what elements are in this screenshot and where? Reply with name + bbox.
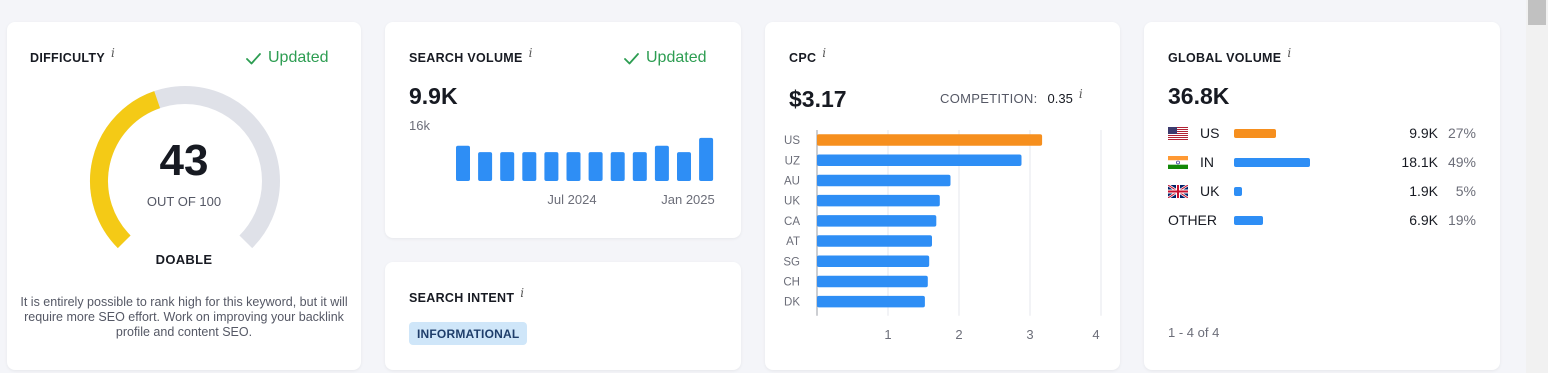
search-volume-bar[interactable] xyxy=(588,152,603,181)
search-volume-trend-chart: 16k Jul 2024 Jan 2025 xyxy=(409,118,715,207)
country-label: US xyxy=(784,135,800,147)
search-volume-bar[interactable] xyxy=(677,152,691,181)
global-volume-info-icon[interactable]: i xyxy=(1287,46,1291,60)
check-icon xyxy=(246,52,261,64)
country-label: AU xyxy=(784,176,800,188)
country-code: OTHER xyxy=(1168,212,1217,228)
country-code: UK xyxy=(1200,183,1220,199)
country-label: SG xyxy=(783,256,800,268)
search-volume-card: SEARCH VOLUME i Updated 9.9K 16k Jul 202… xyxy=(385,22,741,238)
difficulty-info-icon[interactable]: i xyxy=(111,46,115,60)
cpc-bar[interactable] xyxy=(817,295,925,308)
uk-flag-icon xyxy=(1167,183,1189,201)
competition-label: COMPETITION: xyxy=(940,91,1038,106)
search-volume-bar[interactable] xyxy=(566,152,581,181)
difficulty-label: DIFFICULTY xyxy=(30,51,105,65)
x-tick-label: 1 xyxy=(884,327,891,342)
country-label: DK xyxy=(784,297,800,309)
country-share: 27% xyxy=(1447,125,1476,141)
country-row[interactable]: IN 18.1K 49% xyxy=(1144,154,1500,174)
share-bar xyxy=(1234,129,1276,138)
search-volume-bar[interactable] xyxy=(456,145,470,181)
x-tick-label: Jul 2024 xyxy=(547,192,596,207)
global-volume-pagination: 1 - 4 of 4 xyxy=(1168,325,1220,340)
country-label: CA xyxy=(784,216,800,228)
difficulty-updated-status: Updated xyxy=(245,49,329,67)
x-tick-label: 4 xyxy=(1092,327,1099,342)
share-bar xyxy=(1234,216,1264,225)
share-bar xyxy=(1234,187,1242,196)
country-label: UK xyxy=(784,196,800,208)
cpc-bar[interactable] xyxy=(817,255,930,268)
cpc-info-icon[interactable]: i xyxy=(822,46,826,60)
cpc-bar[interactable] xyxy=(817,134,1043,146)
difficulty-updated-label: Updated xyxy=(268,49,329,66)
cpc-by-country-chart: US UZ AU UK CA AT SG CH DK 1 2 3 4 xyxy=(783,130,1102,342)
search-volume-bar[interactable] xyxy=(500,152,515,181)
difficulty-out-of: OUT OF 100 xyxy=(146,194,222,209)
search-intent-badge[interactable]: INFORMATIONAL xyxy=(409,322,528,345)
x-tick-label: 3 xyxy=(1026,327,1033,342)
search-intent-card: SEARCH INTENT i INFORMATIONAL xyxy=(385,262,741,370)
search-volume-bar[interactable] xyxy=(654,145,669,181)
x-tick-label: 2 xyxy=(955,327,962,342)
share-bar xyxy=(1234,158,1310,167)
check-icon xyxy=(624,52,639,64)
difficulty-description: It is entirely possible to rank high for… xyxy=(20,295,348,339)
cpc-bar[interactable] xyxy=(817,235,932,247)
cpc-value: $3.17 xyxy=(789,86,847,112)
cpc-bar[interactable] xyxy=(817,154,1022,167)
search-intent-info-icon[interactable]: i xyxy=(520,286,524,300)
search-volume-updated-status: Updated xyxy=(623,49,707,67)
country-volume: 6.9K xyxy=(1409,212,1438,228)
country-row[interactable]: UK 1.9K 5% xyxy=(1144,183,1500,203)
cpc-bar[interactable] xyxy=(817,215,937,227)
cpc-card: CPC i $3.17 COMPETITION: 0.35 i US UZ AU UK… xyxy=(765,22,1120,370)
search-volume-info-icon[interactable]: i xyxy=(529,46,533,60)
country-volume: 9.9K xyxy=(1409,125,1438,141)
competition-info-icon[interactable]: i xyxy=(1079,87,1083,101)
x-tick-label: Jan 2025 xyxy=(661,192,715,207)
search-volume-updated-label: Updated xyxy=(646,49,707,66)
us-flag-icon xyxy=(1168,127,1188,143)
in-flag-icon xyxy=(1168,156,1188,172)
search-volume-bar[interactable] xyxy=(544,152,559,181)
search-volume-bar[interactable] xyxy=(522,152,537,181)
global-volume-label: GLOBAL VOLUME xyxy=(1168,51,1282,65)
search-volume-bar[interactable] xyxy=(478,152,493,181)
page-scrollbar[interactable] xyxy=(1526,0,1548,373)
search-volume-value: 9.9K xyxy=(409,83,458,109)
global-volume-card: GLOBAL VOLUME i 36.8K US 9.9K 27% IN 18.1K 49… xyxy=(1144,22,1500,370)
country-row[interactable]: OTHER 6.9K 19% xyxy=(1144,212,1500,232)
difficulty-rating: DOABLE xyxy=(155,252,213,267)
country-label: UZ xyxy=(785,155,800,167)
search-volume-bar[interactable] xyxy=(610,152,625,181)
global-volume-value: 36.8K xyxy=(1168,83,1230,109)
search-intent-label: SEARCH INTENT xyxy=(409,291,515,305)
search-volume-bar[interactable] xyxy=(632,152,647,181)
difficulty-card: DIFFICULTY i Updated 43 OUT OF 100 DOABL… xyxy=(7,22,361,370)
country-volume: 1.9K xyxy=(1409,183,1438,199)
y-tick-label: 16k xyxy=(409,118,430,133)
cpc-bar[interactable] xyxy=(817,194,940,207)
country-share: 5% xyxy=(1455,183,1476,199)
country-code: IN xyxy=(1200,154,1214,170)
cpc-bar[interactable] xyxy=(817,174,951,187)
country-row[interactable]: US 9.9K 27% xyxy=(1144,125,1500,145)
country-label: CH xyxy=(783,277,800,289)
search-volume-bar[interactable] xyxy=(699,137,714,181)
country-volume: 18.1K xyxy=(1401,154,1438,170)
country-share: 49% xyxy=(1447,154,1476,170)
cpc-bar[interactable] xyxy=(817,275,928,288)
country-code: US xyxy=(1200,125,1220,141)
search-volume-label: SEARCH VOLUME xyxy=(409,51,523,65)
difficulty-score: 43 xyxy=(159,136,209,185)
country-label: AT xyxy=(786,236,800,248)
scrollbar-thumb[interactable] xyxy=(1528,0,1546,25)
country-share: 19% xyxy=(1447,212,1476,228)
global-volume-list: US 9.9K 27% IN 18.1K 49% UK 1.9K 5% OTHER 6.9K 19% xyxy=(1144,125,1500,245)
cpc-label: CPC xyxy=(789,51,817,65)
competition-value: 0.35 xyxy=(1047,91,1073,106)
